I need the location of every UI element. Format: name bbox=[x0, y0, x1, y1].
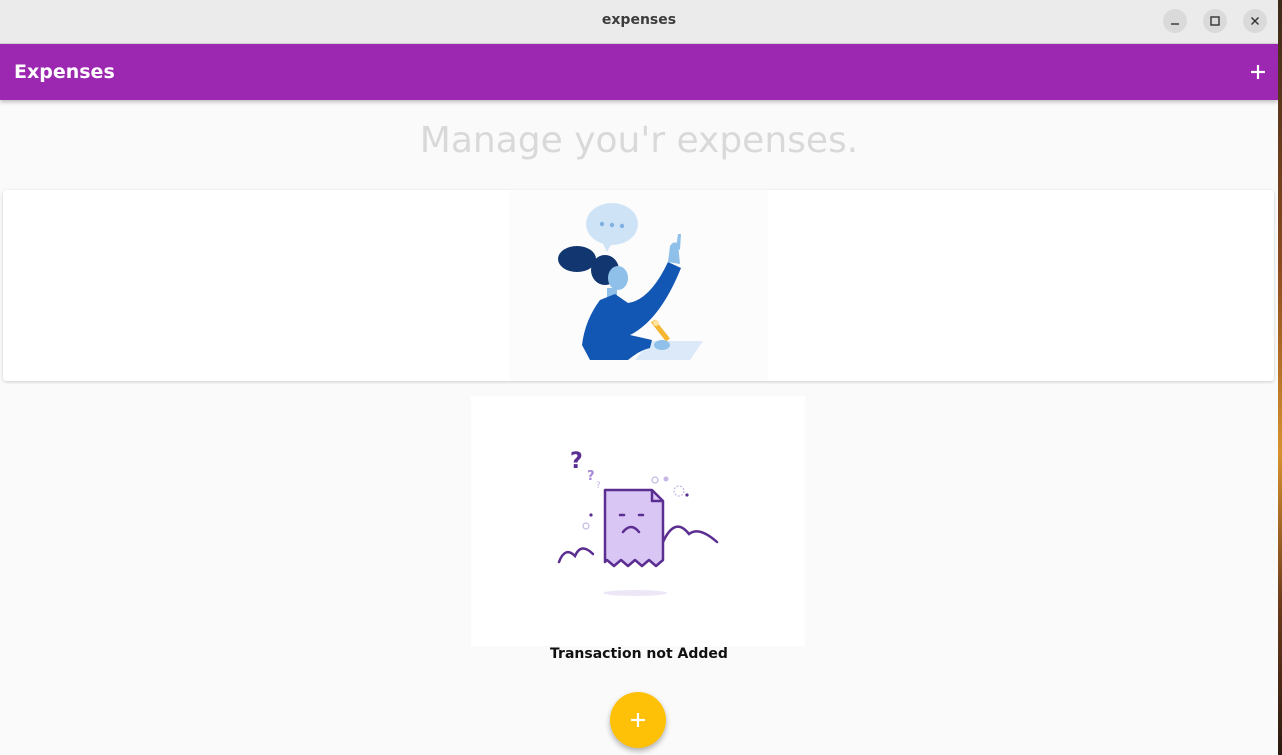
empty-state-message: Transaction not Added bbox=[550, 646, 728, 662]
minimize-icon bbox=[1171, 23, 1179, 25]
page-heading: Manage you'r expenses. bbox=[419, 120, 859, 161]
minimize-button[interactable] bbox=[1163, 9, 1187, 33]
svg-text:?: ? bbox=[570, 449, 583, 474]
svg-text:?: ? bbox=[596, 481, 601, 491]
plus-icon bbox=[631, 713, 645, 727]
add-transaction-fab[interactable] bbox=[610, 692, 666, 748]
hero-card bbox=[3, 190, 1274, 381]
sad-receipt-illustration: ? ? ? bbox=[557, 449, 719, 596]
close-button[interactable] bbox=[1243, 9, 1267, 33]
app-bar-title: Expenses bbox=[14, 61, 115, 83]
add-expense-button[interactable] bbox=[1246, 60, 1270, 84]
person-writing-illustration bbox=[558, 203, 703, 360]
hero-illustration bbox=[510, 190, 768, 381]
desktop-wallpaper-edge bbox=[1278, 0, 1282, 755]
window-titlebar[interactable]: expenses bbox=[0, 0, 1278, 44]
window-title: expenses bbox=[601, 12, 677, 28]
maximize-icon bbox=[1210, 16, 1220, 26]
plus-icon bbox=[1251, 65, 1265, 79]
app-bar: Expenses bbox=[0, 44, 1278, 100]
svg-text:?: ? bbox=[587, 469, 595, 484]
maximize-button[interactable] bbox=[1203, 9, 1227, 33]
app-window: expenses Expenses Manage you'r expenses.… bbox=[0, 0, 1278, 755]
empty-state-illustration-box: ? ? ? bbox=[471, 396, 805, 646]
close-icon bbox=[1251, 17, 1259, 25]
